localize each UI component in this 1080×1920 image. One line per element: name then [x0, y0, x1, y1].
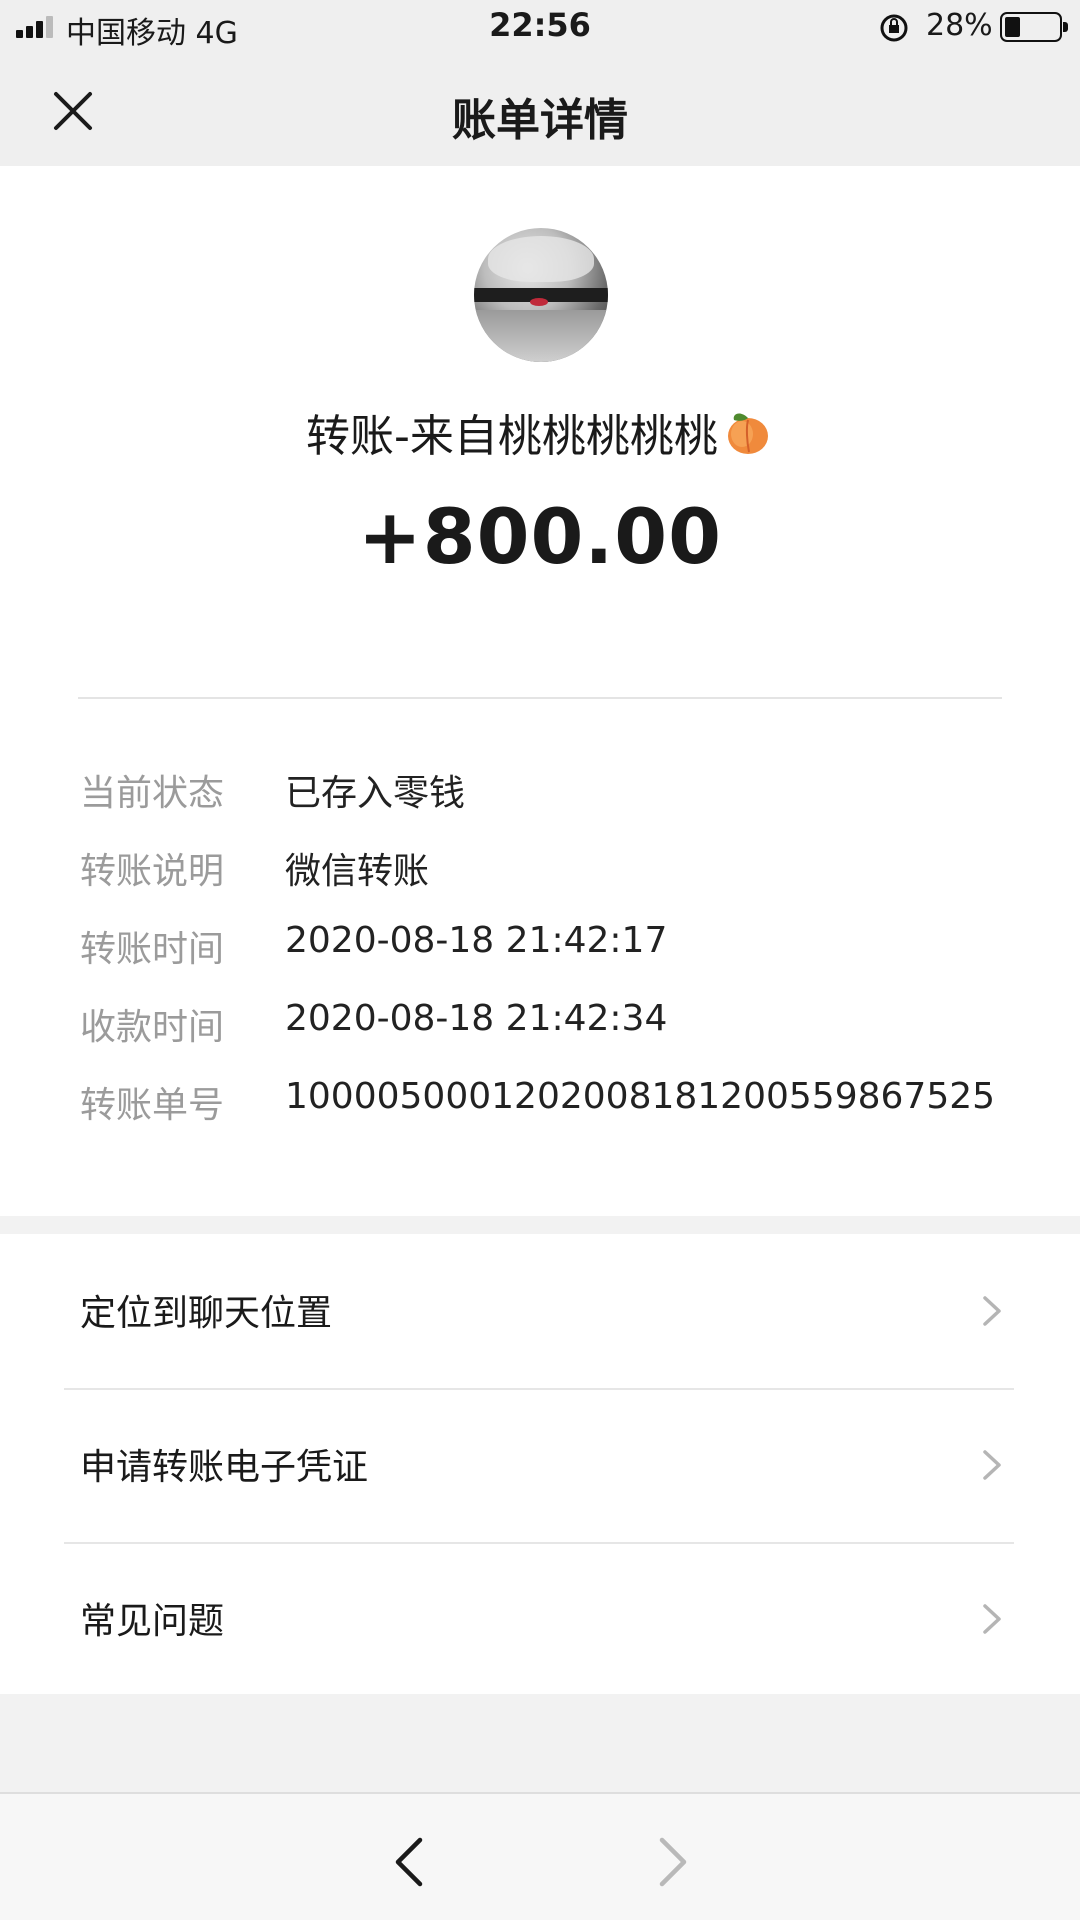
chevron-left-icon[interactable]: [390, 1834, 430, 1890]
battery-percent: 28%: [926, 8, 993, 43]
status-time: 22:56: [489, 6, 591, 44]
action-label: 定位到聊天位置: [80, 1293, 333, 1334]
status-bar: 中国移动 4G 22:56 28%: [0, 0, 1080, 56]
detail-value: 已存入零钱: [285, 773, 466, 814]
chevron-right-icon: [983, 1604, 1001, 1634]
detail-label: 当前状态: [80, 773, 225, 814]
detail-value: 微信转账: [285, 851, 430, 892]
avatar: [474, 228, 608, 362]
page-title: 账单详情: [452, 95, 628, 146]
locate-chat-button[interactable]: 定位到聊天位置: [0, 1234, 1080, 1387]
faq-button[interactable]: 常见问题: [0, 1542, 1080, 1695]
detail-row-transfer-time: 转账时间 2020-08-18 21:42:17: [80, 912, 1080, 972]
detail-row-note: 转账说明 微信转账: [80, 834, 1080, 894]
transfer-title-text: 转账-来自桃桃桃桃桃: [306, 411, 718, 462]
detail-row-receive-time: 收款时间 2020-08-18 21:42:34: [80, 990, 1080, 1050]
detail-row-order-number: 转账单号 1000050001202008181200559867525: [80, 1068, 1080, 1128]
detail-value: 2020-08-18 21:42:34: [285, 998, 668, 1039]
detail-label: 收款时间: [80, 1007, 225, 1048]
actions-list: 定位到聊天位置 申请转账电子凭证 常见问题: [0, 1234, 1080, 1694]
battery-icon: [1000, 12, 1068, 42]
action-label: 常见问题: [80, 1601, 225, 1642]
transfer-title: 转账-来自桃桃桃桃桃: [0, 400, 1080, 464]
detail-label: 转账说明: [80, 851, 225, 892]
detail-row-status: 当前状态 已存入零钱: [80, 756, 1080, 816]
bottom-toolbar: [0, 1794, 1080, 1920]
chevron-right-icon: [983, 1450, 1001, 1480]
detail-label: 转账时间: [80, 929, 225, 970]
divider: [78, 697, 1002, 699]
rotation-lock-icon: [880, 14, 908, 42]
bill-detail-card: 转账-来自桃桃桃桃桃 +800.00 当前状态 已存入零钱 转账说明 微信转账 …: [0, 166, 1080, 1216]
request-voucher-button[interactable]: 申请转账电子凭证: [0, 1388, 1080, 1541]
chevron-right-icon: [983, 1296, 1001, 1326]
detail-label: 转账单号: [80, 1085, 225, 1126]
peach-icon: [727, 413, 768, 454]
nav-bar: 账单详情: [0, 56, 1080, 166]
amount: +800.00: [358, 492, 722, 581]
spacer: [0, 1694, 1080, 1792]
action-label: 申请转账电子凭证: [80, 1447, 369, 1488]
detail-value: 2020-08-18 21:42:17: [285, 920, 668, 961]
detail-value: 1000050001202008181200559867525: [285, 1076, 996, 1117]
chevron-right-icon[interactable]: [652, 1834, 692, 1890]
